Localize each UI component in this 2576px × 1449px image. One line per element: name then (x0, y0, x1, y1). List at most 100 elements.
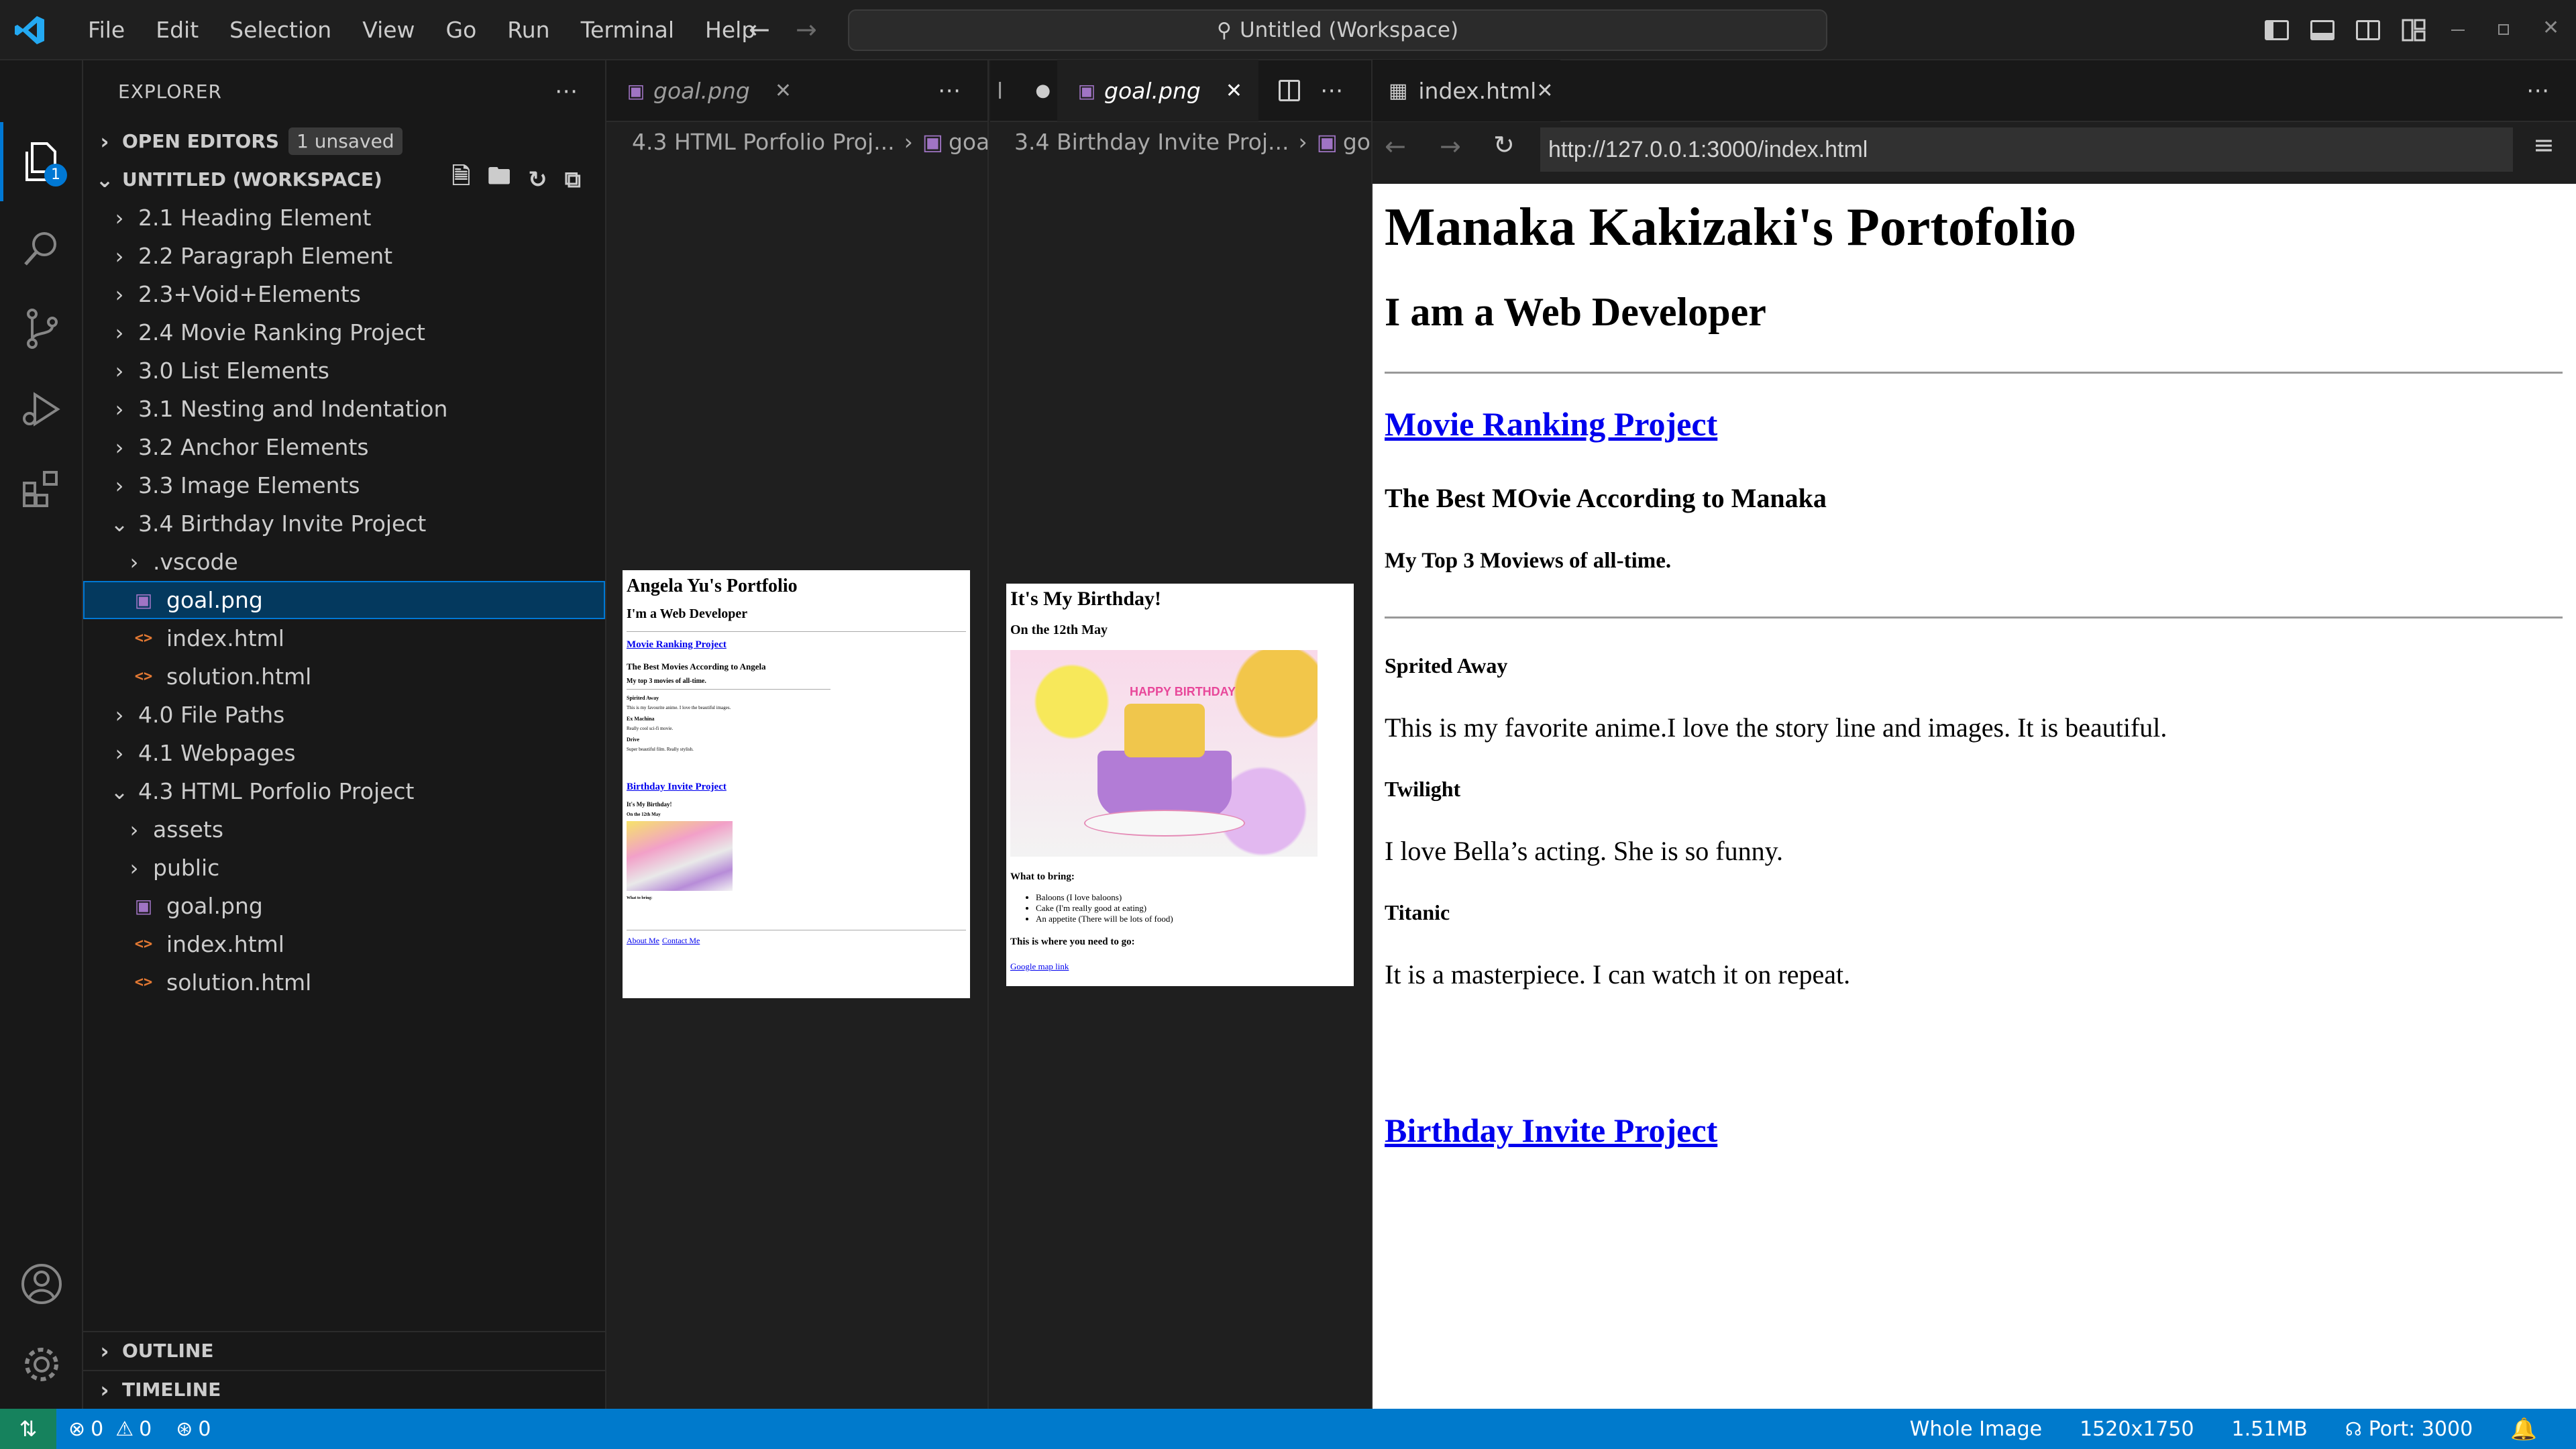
outline-section[interactable]: › OUTLINE (83, 1331, 605, 1369)
search-icon[interactable] (0, 208, 83, 288)
tree-folder[interactable]: › assets (83, 810, 605, 849)
extensions-icon[interactable] (0, 449, 83, 530)
editor-actions-icon[interactable]: ⋯ (1320, 77, 1343, 104)
source-control-icon[interactable] (0, 288, 83, 369)
split-editor-icon[interactable] (1279, 80, 1300, 101)
image-file-icon: ▣ (627, 79, 645, 102)
toggle-primary-sidebar-icon[interactable] (2265, 20, 2289, 40)
new-file-icon[interactable]: 🗎 (452, 160, 470, 199)
tree-folder[interactable]: ⌄ 3.4 Birthday Invite Project (83, 504, 605, 543)
menu-view[interactable]: View (347, 0, 430, 60)
tree-folder[interactable]: › 2.2 Paragraph Element (83, 237, 605, 275)
tab-index-html[interactable]: ▦ index.html ✕ (1373, 60, 1560, 121)
tree-folder[interactable]: › 2.4 Movie Ranking Project (83, 313, 605, 352)
new-folder-icon[interactable]: 🖿 (488, 160, 511, 199)
goal-image-preview-portfolio: Angela Yu's Portfolio I'm a Web Develope… (623, 570, 970, 998)
notifications-icon[interactable]: 🔔 (2498, 1409, 2549, 1449)
page-link-movie-ranking[interactable]: Movie Ranking Project (1385, 405, 1717, 443)
url-input[interactable] (1540, 127, 2513, 172)
remote-indicator[interactable]: ⇅ (0, 1409, 56, 1449)
minimize-icon[interactable] (2451, 30, 2465, 31)
tree-folder[interactable]: › 3.3 Image Elements (83, 466, 605, 504)
workspace-section[interactable]: ⌄ UNTITLED (WORKSPACE) 🗎 🖿 ↻ ⧉ (83, 160, 605, 199)
menu-terminal[interactable]: Terminal (566, 0, 690, 60)
tree-folder[interactable]: › .vscode (83, 543, 605, 581)
menu-file[interactable]: File (72, 0, 140, 60)
tree-folder[interactable]: › public (83, 849, 605, 887)
editor-actions-icon[interactable]: ⋯ (938, 77, 961, 104)
tree-folder[interactable]: ⌄ 4.3 HTML Porfolio Project (83, 772, 605, 810)
page-link-birthday[interactable]: Birthday Invite Project (1385, 1111, 2576, 1150)
tree-file[interactable]: ▣ goal.png (83, 887, 605, 925)
chevron-right-icon: › (115, 434, 124, 460)
manage-gear-icon[interactable] (0, 1324, 83, 1405)
close-tab-icon[interactable]: ✕ (1536, 79, 1553, 103)
browser-menu-icon[interactable]: ≡ (2533, 130, 2555, 160)
close-window-icon[interactable]: ✕ (2542, 16, 2559, 40)
live-server-status[interactable]: ☊ Port: 3000 (2333, 1409, 2485, 1449)
tree-folder[interactable]: › 3.1 Nesting and Indentation (83, 390, 605, 428)
image-file-icon: ▣ (134, 589, 153, 611)
tree-file[interactable]: ▣ goal.png (83, 581, 605, 619)
customize-layout-icon[interactable] (2402, 19, 2426, 42)
menu-selection[interactable]: Selection (214, 0, 347, 60)
menu-edit[interactable]: Edit (140, 0, 214, 60)
tree-item-label: goal.png (166, 587, 263, 613)
breadcrumb-folder[interactable]: 4.3 HTML Porfolio Proj... (632, 129, 895, 155)
breadcrumb-separator-icon: › (904, 128, 913, 155)
tree-folder[interactable]: › 4.1 Webpages (83, 734, 605, 772)
tab-label: goal.png (653, 77, 750, 104)
more-actions-icon[interactable]: ⋯ (555, 78, 578, 105)
refresh-icon[interactable]: ↻ (528, 166, 547, 193)
tab-goal-png-2[interactable]: ▣ goal.png ✕ (1057, 60, 1258, 121)
collapse-all-icon[interactable]: ⧉ (565, 166, 581, 193)
toggle-secondary-sidebar-icon[interactable] (2356, 20, 2380, 40)
ports-indicator[interactable]: ⊛ 0 (164, 1409, 223, 1449)
accounts-icon[interactable] (0, 1244, 83, 1324)
tree-file[interactable]: <> index.html (83, 925, 605, 963)
problems-indicator[interactable]: ⊗ 0 ⚠ 0 (56, 1409, 164, 1449)
timeline-section[interactable]: › TIMELINE (83, 1370, 605, 1408)
image-zoom-status[interactable]: Whole Image (1898, 1409, 2054, 1449)
editor-actions-icon[interactable]: ⋯ (2526, 77, 2549, 104)
toggle-panel-icon[interactable] (2310, 20, 2334, 40)
close-tab-icon[interactable]: ✕ (775, 79, 792, 103)
breadcrumb-file[interactable]: goa (1343, 129, 1371, 155)
tree-folder[interactable]: › 3.0 List Elements (83, 352, 605, 390)
html-file-icon: <> (134, 630, 153, 647)
preview-movie-3-desc: Super beautiful film. Really stylish. (627, 747, 694, 752)
browser-forward-icon[interactable]: → (1440, 131, 1461, 161)
preview-h2: I'm a Web Developer (627, 606, 748, 621)
run-debug-icon[interactable] (0, 369, 83, 449)
cake-image: HAPPY BIRTHDAY (1010, 650, 1318, 857)
tree-folder[interactable]: › 3.2 Anchor Elements (83, 428, 605, 466)
tree-file[interactable]: <> solution.html (83, 963, 605, 1002)
preview-movie-2: Ex Machina (627, 716, 655, 722)
open-editors-section[interactable]: › OPEN EDITORS 1 unsaved (83, 122, 605, 160)
tree-folder[interactable]: › 4.0 File Paths (83, 696, 605, 734)
tree-item-label: 3.3 Image Elements (138, 472, 360, 498)
explorer-icon[interactable]: 1 (0, 122, 83, 203)
tab-goal-png-1[interactable]: ▣ goal.png ✕ (606, 60, 808, 121)
tree-file[interactable]: <> solution.html (83, 657, 605, 696)
command-center[interactable]: ⚲ Untitled (Workspace) (848, 9, 1827, 51)
unsaved-dot-icon: ● (1035, 80, 1051, 101)
tree-folder[interactable]: › 2.3+Void+Elements (83, 275, 605, 313)
image-file-icon: ▣ (1316, 128, 1338, 155)
tree-file[interactable]: <> index.html (83, 619, 605, 657)
browser-reload-icon[interactable]: ↻ (1493, 130, 1515, 160)
forward-arrow-icon[interactable]: → (796, 15, 817, 44)
breadcrumb-file[interactable]: goa (949, 129, 987, 155)
tree-folder[interactable]: › 2.1 Heading Element (83, 199, 605, 237)
movie-list: Sprited Away This is my favorite anime.I … (1385, 653, 2576, 990)
restore-icon[interactable] (2498, 24, 2509, 35)
back-arrow-icon[interactable]: ← (749, 15, 770, 44)
menu-run[interactable]: Run (492, 0, 565, 60)
browser-back-icon[interactable]: ← (1385, 131, 1406, 161)
breadcrumb-folder[interactable]: 3.4 Birthday Invite Proj... (1014, 129, 1289, 155)
status-bar: ⇅ ⊗ 0 ⚠ 0 ⊛ 0 Whole Image 1520x1750 1.51… (0, 1409, 2576, 1449)
preview-birthday-h3: On the 12th May (1010, 623, 1108, 637)
tab-previous-partial[interactable]: l ● (990, 60, 1057, 121)
menu-go[interactable]: Go (431, 0, 492, 60)
close-tab-icon[interactable]: ✕ (1226, 79, 1242, 103)
